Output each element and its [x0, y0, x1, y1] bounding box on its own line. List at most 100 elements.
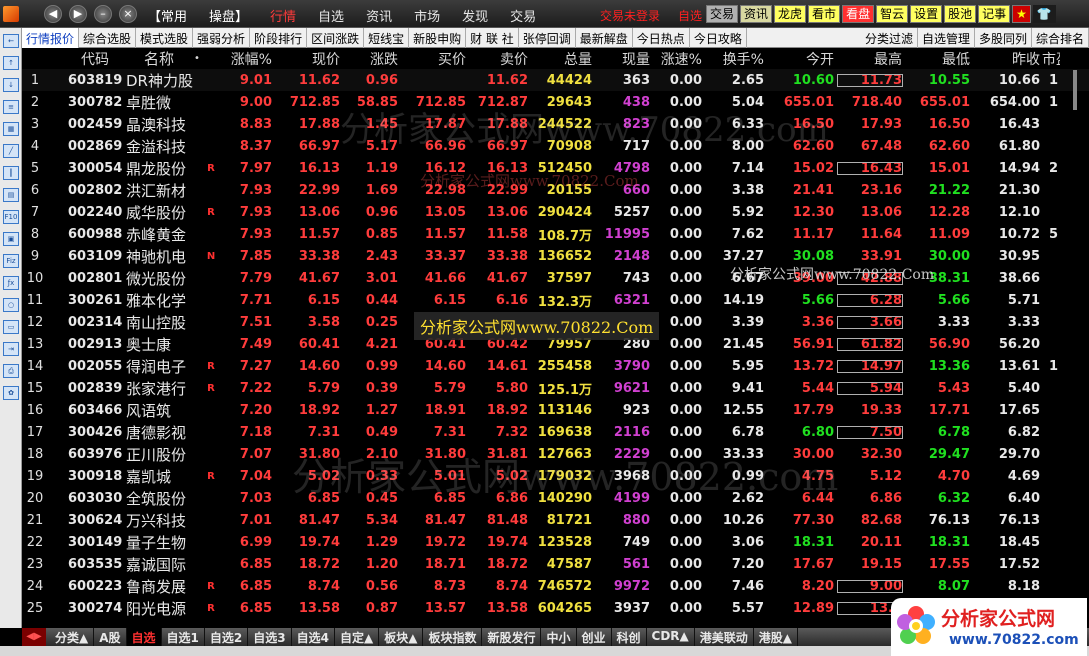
table-row[interactable]: 16 603466 风语筑 7.20 18.92 1.27 18.91 18.92 113146…	[22, 399, 1089, 421]
bottom-tab[interactable]: 自选1	[162, 628, 205, 646]
grid-icon[interactable]: ▦	[3, 122, 19, 136]
function-tab[interactable]: 短线宝	[364, 28, 410, 48]
toolbar-button[interactable]: 股池	[944, 5, 977, 23]
bottom-tab[interactable]: 板块指数	[423, 628, 483, 646]
top-menu-item[interactable]: 交易	[510, 6, 536, 25]
column-header[interactable]: •	[194, 53, 230, 64]
table-row[interactable]: 23 603535 嘉诚国际 6.85 18.72 1.20 18.71 18.72 47587…	[22, 553, 1089, 575]
folder-icon[interactable]: ▭	[3, 320, 19, 334]
function-tab[interactable]: 阶段排行	[250, 28, 308, 48]
function-tab[interactable]: 模式选股	[136, 28, 194, 48]
top-menu-item[interactable]: 【常用	[148, 6, 187, 25]
function-tab[interactable]: 今日热点	[633, 28, 690, 48]
column-header[interactable]: 涨跌	[342, 49, 400, 69]
bottom-tab[interactable]: 科创	[612, 628, 647, 646]
close-icon[interactable]: ×	[119, 5, 137, 23]
down-arrow-icon[interactable]: ↓	[3, 78, 19, 92]
toolbar-button[interactable]: 资讯	[740, 5, 773, 23]
top-menu-item[interactable]: 行情	[270, 6, 296, 25]
toolbar-button[interactable]: 记事	[978, 5, 1011, 23]
column-header[interactable]: 昨收	[972, 49, 1042, 69]
table-row[interactable]: 21 300624 万兴科技 7.01 81.47 5.34 81.47 81.48 81721…	[22, 509, 1089, 531]
minimize-icon[interactable]: –	[94, 5, 112, 23]
column-header[interactable]: 换手%	[704, 49, 766, 69]
column-header[interactable]: 现量	[594, 49, 652, 69]
function-tab[interactable]: 最新解盘	[576, 28, 633, 48]
forward-nav-icon[interactable]: ▶	[69, 5, 87, 23]
toolbar-button[interactable]: 看市	[808, 5, 841, 23]
function-tab[interactable]: 自选管理	[918, 28, 975, 48]
toolbar-button[interactable]: 看盘	[842, 5, 875, 23]
report-icon[interactable]: ▤	[3, 188, 19, 202]
back-arrow-icon[interactable]: ←	[3, 34, 19, 48]
column-header[interactable]: 代码	[50, 49, 124, 69]
toolbar-button[interactable]: 龙虎	[774, 5, 807, 23]
quote-list-icon[interactable]: ≡	[3, 100, 19, 114]
function-tab[interactable]: 多股同列	[975, 28, 1032, 48]
bottom-tab[interactable]: 自定▲	[335, 628, 380, 646]
function-tab[interactable]: 新股申购	[409, 28, 467, 48]
table-row[interactable]: 14 002055 得润电子 R 7.27 14.60 0.99 14.60 14.61 2554…	[22, 355, 1089, 377]
bottom-tab[interactable]: 板块▲	[379, 628, 424, 646]
function-tab[interactable]: 财 联 社	[466, 28, 519, 48]
column-header[interactable]: 名称	[124, 48, 194, 69]
f10-icon[interactable]: F10	[3, 210, 19, 224]
table-row[interactable]: 15 002839 张家港行 R 7.22 5.79 0.39 5.79 5.80 125.1万 9…	[22, 377, 1089, 399]
bottom-tab[interactable]: 港股▲	[754, 628, 799, 646]
bottom-tab[interactable]: CDR▲	[647, 628, 695, 646]
function-tab[interactable]: 综合排名	[1032, 28, 1089, 48]
bottom-tab[interactable]: 自选3	[248, 628, 292, 646]
vertical-scrollbar[interactable]	[1073, 70, 1077, 110]
bottom-tab[interactable]: 自选	[126, 628, 162, 646]
up-arrow-icon[interactable]: ↑	[3, 56, 19, 70]
bottom-tab[interactable]: A股	[94, 628, 127, 646]
column-header[interactable]: 涨幅%	[230, 49, 274, 69]
column-header[interactable]: 今开	[766, 49, 836, 69]
bottom-tab[interactable]: 创业	[577, 628, 612, 646]
top-menu-item[interactable]: 自选	[318, 6, 344, 25]
table-row[interactable]: 17 300426 唐德影视 7.18 7.31 0.49 7.31 7.32 169638 21…	[22, 421, 1089, 443]
table-row[interactable]: 11 300261 雅本化学 7.71 6.15 0.44 6.15 6.16 132.3万 63…	[22, 289, 1089, 311]
login-status[interactable]: 交易未登录	[600, 7, 660, 24]
table-row[interactable]: 7 002240 威华股份 R 7.93 13.06 0.96 13.05 13.06 29042…	[22, 201, 1089, 223]
column-header[interactable]: 卖价	[468, 49, 530, 69]
top-menu-item[interactable]: 市场	[414, 6, 440, 25]
table-row[interactable]: 22 300149 量子生物 6.99 19.74 1.29 19.72 19.74 12352…	[22, 531, 1089, 553]
settings-gear-icon[interactable]: ○	[3, 298, 19, 312]
toolbar-button[interactable]: ★	[1012, 5, 1031, 23]
bottom-tab[interactable]: 自选4	[292, 628, 335, 646]
top-menu-item[interactable]: 操盘】	[209, 6, 248, 25]
table-row[interactable]: 1 603819 DR神力股 9.01 11.62 0.96 11.62 44424 363 0.…	[22, 69, 1089, 91]
tab-scroll-arrows-icon[interactable]: ◀▶	[22, 628, 46, 646]
function-tab[interactable]: 今日攻略	[690, 28, 747, 48]
bottom-tab[interactable]: 新股发行	[482, 628, 542, 646]
kline-icon[interactable]: ┃	[3, 166, 19, 180]
line-chart-icon[interactable]: ╱	[3, 144, 19, 158]
fiz-icon[interactable]: Fiz	[3, 254, 19, 268]
column-header[interactable]: 涨速%	[652, 49, 704, 69]
top-menu-item[interactable]: 资讯	[366, 6, 392, 25]
table-row[interactable]: 8 600988 赤峰黄金 7.93 11.57 0.85 11.57 11.58 108.7万…	[22, 223, 1089, 245]
column-header[interactable]: 买价	[400, 49, 468, 69]
function-tab[interactable]: 综合选股	[79, 28, 137, 48]
function-tab[interactable]: 强弱分析	[193, 28, 251, 48]
export-icon[interactable]: ⇥	[3, 342, 19, 356]
bottom-tab[interactable]: 分类▲	[50, 628, 95, 646]
formula-icon[interactable]: ƒx	[3, 276, 19, 290]
bottom-tab[interactable]: 港美联动	[695, 628, 754, 646]
function-tab[interactable]: 张停回调	[519, 28, 576, 48]
column-header[interactable]: 最高	[836, 49, 904, 69]
column-header[interactable]: 总量	[530, 49, 594, 69]
skin-icon[interactable]: 👕	[1032, 5, 1056, 23]
toolbar-button[interactable]: 设置	[910, 5, 943, 23]
column-header[interactable]: 市盈	[1042, 49, 1060, 69]
document-icon[interactable]: ▣	[3, 232, 19, 246]
bottom-tab[interactable]: 自选2	[205, 628, 249, 646]
back-nav-icon[interactable]: ◀	[44, 5, 62, 23]
top-menu-item[interactable]: 发现	[462, 6, 488, 25]
table-row[interactable]: 24 600223 鲁商发展 R 6.85 8.74 0.56 8.73 8.74 746572 9…	[22, 575, 1089, 597]
column-header[interactable]: 现价	[274, 49, 342, 69]
function-tab[interactable]: 分类过滤	[861, 28, 918, 48]
toolbar-button[interactable]: 交易	[706, 5, 739, 23]
printer-icon[interactable]: ⎙	[3, 364, 19, 378]
